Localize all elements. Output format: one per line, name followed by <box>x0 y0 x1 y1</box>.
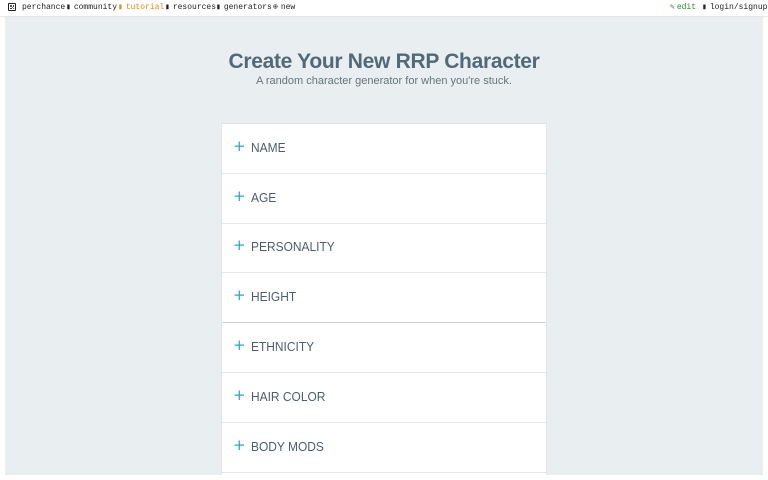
nav-brand-link[interactable]: perchance <box>22 3 65 13</box>
book-icon: ▮ <box>118 3 123 12</box>
nav-tutorial-label: tutorial <box>125 3 165 12</box>
section-label: AGE <box>251 190 277 205</box>
section-label: BODY MODS <box>251 439 324 454</box>
expand-plus-icon: + <box>233 386 246 404</box>
dice-logo-icon[interactable] <box>8 3 16 11</box>
expand-plus-icon: + <box>233 187 246 205</box>
section-height-row[interactable]: + HEIGHT <box>222 273 546 323</box>
plus-circle-icon: ⊕ <box>273 3 278 12</box>
pencil-icon: ✎ <box>670 3 675 12</box>
nav-new-link[interactable]: ⊕ new <box>273 3 295 13</box>
nav-resources-link[interactable]: ▮ resources <box>165 3 216 13</box>
page-subtitle: A random character generator for when yo… <box>256 75 512 87</box>
section-label: HAIR COLOR <box>251 389 326 404</box>
section-name-row[interactable]: + NAME <box>222 124 546 174</box>
nav-resources-label: resources <box>172 3 217 12</box>
nav-tutorial-link[interactable]: ▮ tutorial <box>118 3 164 13</box>
page-title: Create Your New RRP Character <box>228 50 540 73</box>
section-label: PERSONALITY <box>251 239 335 254</box>
section-body-mods-row[interactable]: + BODY MODS <box>222 423 546 473</box>
section-age-row[interactable]: + AGE <box>222 174 546 224</box>
list-icon: ▮ <box>216 3 221 12</box>
nav-community-link[interactable]: ▮ community <box>66 3 117 13</box>
nav-community-label: community <box>73 3 118 12</box>
section-hair-color-row[interactable]: + HAIR COLOR <box>222 373 546 423</box>
section-label: NAME <box>251 140 286 155</box>
top-nav-bar: perchance ▮ community ▮ tutorial ▮ resource… <box>0 0 768 17</box>
nav-login-label: login/signup <box>709 3 768 12</box>
nav-edit-label: edit <box>676 3 697 12</box>
nav-edit-link[interactable]: ✎ edit <box>670 3 696 13</box>
nav-new-label: new <box>280 3 296 12</box>
expand-plus-icon: + <box>233 336 246 354</box>
section-ethnicity-row[interactable]: + ETHNICITY <box>222 323 546 373</box>
chat-icon: ▮ <box>66 3 71 12</box>
nav-generators-link[interactable]: ▮ generators <box>216 3 272 13</box>
main-panel: Create Your New RRP Character A random c… <box>5 17 763 475</box>
expand-plus-icon: + <box>233 137 246 155</box>
expand-plus-icon: + <box>233 236 246 254</box>
section-label: ETHNICITY <box>251 339 315 354</box>
nav-generators-label: generators <box>223 3 272 12</box>
expand-plus-icon: + <box>233 436 246 454</box>
section-personality-row[interactable]: + PERSONALITY <box>222 223 546 273</box>
character-sections-list: + NAME + AGE + PERSONALITY + HEIGHT + ET… <box>221 123 547 475</box>
section-label: HEIGHT <box>251 289 297 304</box>
wrench-icon: ▮ <box>165 3 170 12</box>
nav-login-link[interactable]: ▮ login/signup <box>702 3 767 13</box>
expand-plus-icon: + <box>233 286 246 304</box>
user-icon: ▮ <box>702 3 707 12</box>
